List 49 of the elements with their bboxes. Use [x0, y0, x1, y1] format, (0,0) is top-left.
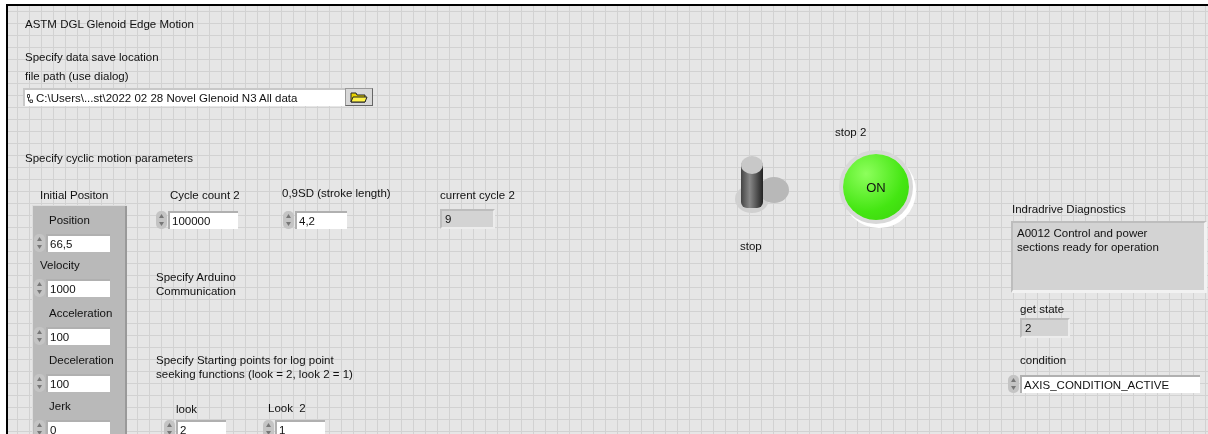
numeric-field[interactable]: 100: [46, 374, 110, 392]
numeric-field[interactable]: 0: [46, 420, 110, 434]
indicator-field: 2: [1020, 318, 1070, 338]
field-label: file path (use dialog): [25, 69, 129, 83]
diagnostics-display: A0012 Control and power sections ready for operation: [1011, 221, 1207, 293]
field-label: look: [176, 402, 198, 416]
increment-arrows-icon[interactable]: [263, 420, 274, 434]
increment-arrows-icon[interactable]: [1008, 375, 1019, 393]
increment-arrows-icon[interactable]: [34, 279, 45, 297]
section-heading: Specify data save location: [25, 50, 159, 64]
increment-arrows-icon[interactable]: [34, 234, 45, 252]
numeric-field[interactable]: 4,2: [295, 211, 347, 229]
field-label: get state: [1020, 302, 1065, 316]
note-text: Specify Starting points for log point seeking functions (look = 2, look 2 = 1): [156, 353, 354, 381]
panel-title: ASTM DGL Glenoid Edge Motion: [25, 17, 194, 31]
numeric-field[interactable]: 2: [176, 420, 226, 434]
field-label: Acceleration: [49, 306, 113, 320]
browse-button[interactable]: [345, 88, 373, 106]
cluster-label: Initial Positon: [40, 188, 109, 202]
switch-label: stop: [740, 239, 762, 253]
increment-arrows-icon[interactable]: [283, 211, 294, 229]
numeric-field[interactable]: 1000: [46, 279, 110, 297]
field-label: 0,9SD (stroke length): [282, 186, 391, 200]
numeric-field[interactable]: 66,5: [46, 234, 110, 252]
increment-arrows-icon[interactable]: [34, 420, 45, 434]
field-label: Position: [49, 213, 90, 227]
field-label: Velocity: [40, 258, 80, 272]
section-heading: Specify cyclic motion parameters: [25, 151, 194, 165]
increment-arrows-icon[interactable]: [164, 420, 175, 434]
path-icon: [27, 93, 33, 103]
numeric-field[interactable]: 1: [275, 420, 325, 434]
field-label: Cycle count 2: [170, 188, 240, 202]
numeric-field[interactable]: 100: [46, 327, 110, 345]
increment-arrows-icon[interactable]: [34, 327, 45, 345]
field-label: Look 2: [268, 401, 306, 415]
file-path-field[interactable]: C:\Users\...st\2022 02 28 Novel Glenoid N3 All data: [23, 88, 345, 106]
field-label: Indradrive Diagnostics: [1012, 202, 1126, 216]
increment-arrows-icon[interactable]: [156, 211, 167, 229]
field-label: Jerk: [49, 399, 71, 413]
note-text: Specify Arduino Communication: [156, 270, 237, 298]
indicator-field: 9: [440, 209, 495, 229]
field-label: current cycle 2: [440, 188, 515, 202]
enum-field[interactable]: AXIS_CONDITION_ACTIVE: [1020, 375, 1200, 393]
numeric-field[interactable]: 100000: [168, 211, 238, 229]
button-label: stop 2: [835, 125, 867, 139]
increment-arrows-icon[interactable]: [34, 374, 45, 392]
field-label: Deceleration: [49, 353, 114, 367]
folder-icon: [350, 91, 368, 103]
field-label: condition: [1020, 353, 1067, 367]
